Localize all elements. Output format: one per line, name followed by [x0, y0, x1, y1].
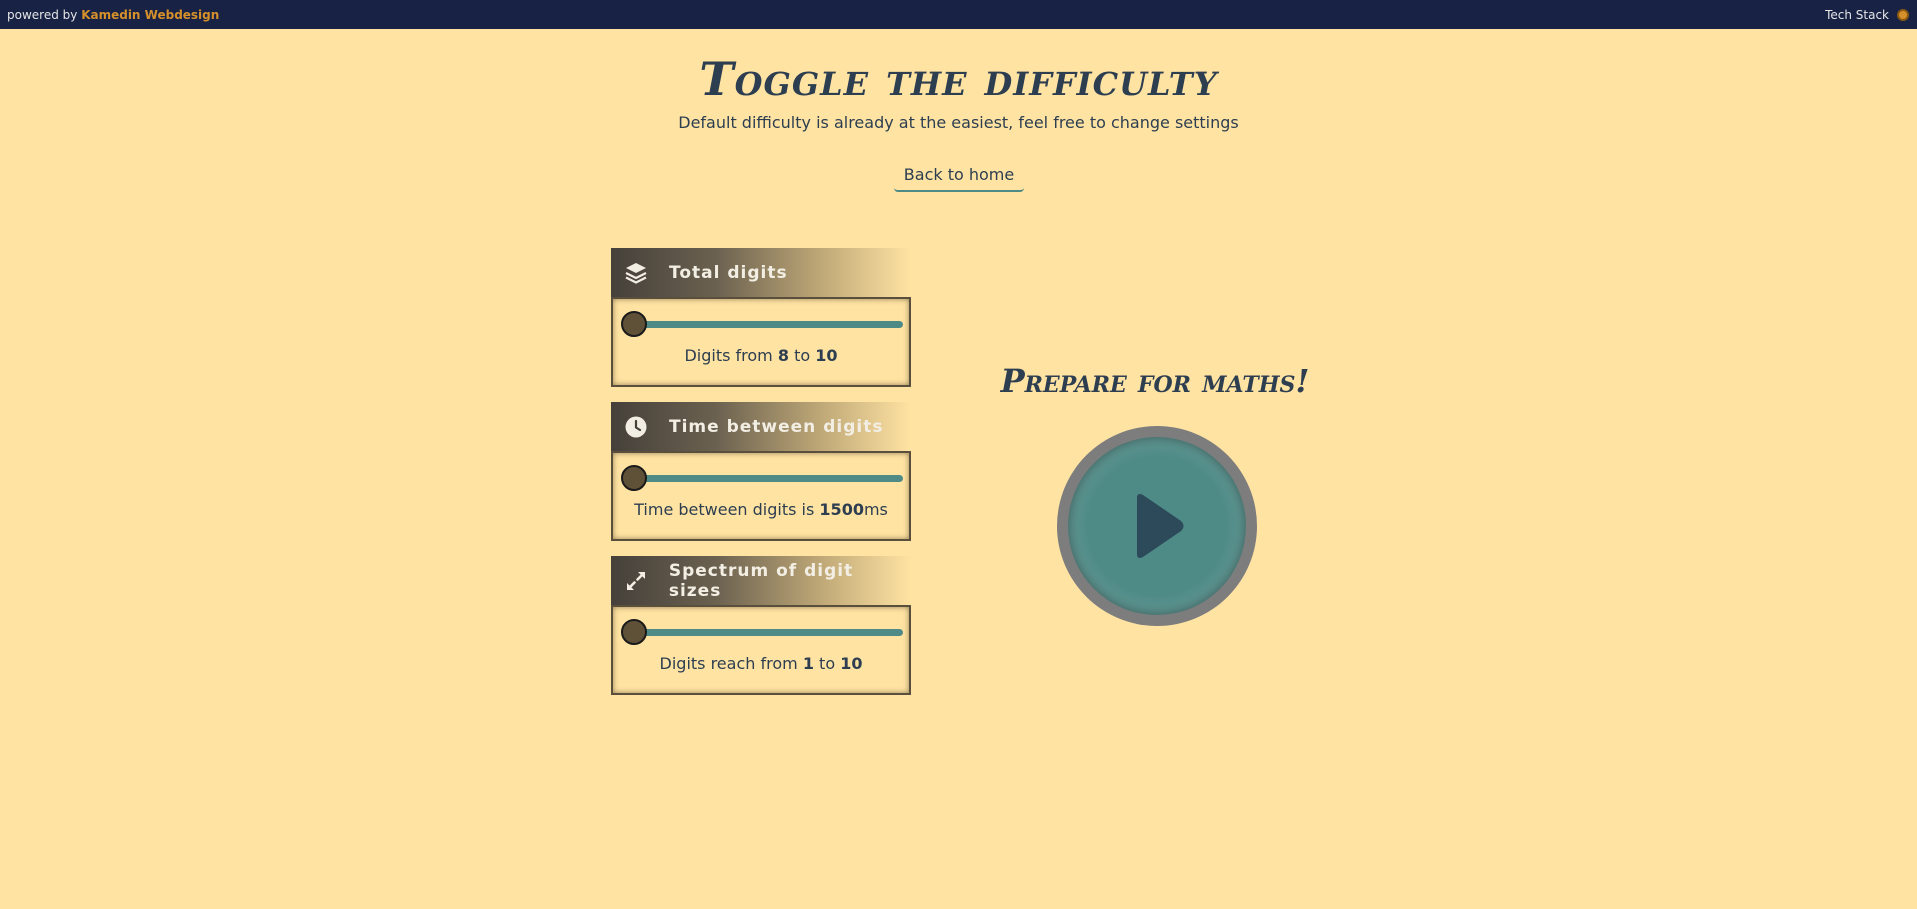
time-value: 1500: [819, 500, 864, 519]
powered-by: powered by Kamedin Webdesign: [7, 8, 219, 22]
play-button-inner: [1068, 437, 1246, 615]
card-body: Time between digits is 1500ms: [611, 451, 911, 541]
tech-stack-button[interactable]: Tech Stack: [1825, 8, 1909, 22]
page-subtitle: Default difficulty is already at the eas…: [678, 113, 1239, 132]
text-mid: to: [819, 654, 836, 673]
tech-stack-label: Tech Stack: [1825, 7, 1889, 22]
text-mid: to: [794, 346, 811, 365]
max-digits-value: 10: [815, 346, 838, 365]
card-label: Spectrum of digit sizes: [668, 560, 854, 601]
slider-track: [629, 475, 903, 482]
total-digits-slider[interactable]: [621, 311, 903, 337]
setting-card-time-between-digits: Time between digits Time between digits …: [611, 402, 911, 541]
slider-track: [629, 629, 903, 636]
spectrum-slider[interactable]: [621, 619, 903, 645]
play-button[interactable]: [1057, 426, 1257, 626]
slider-thumb[interactable]: [621, 311, 647, 337]
slider-track: [629, 321, 903, 328]
max-size-value: 10: [840, 654, 863, 673]
prepare-heading: Prepare for maths!: [1000, 362, 1310, 400]
time-between-digits-slider[interactable]: [621, 465, 903, 491]
setting-card-spectrum: Spectrum of digit sizes Digits reach fro…: [611, 556, 911, 695]
card-header: Total digits: [611, 248, 911, 297]
text-prefix: Digits from: [684, 346, 773, 365]
min-size-value: 1: [802, 654, 814, 673]
card-body: Digits from 8 to 10: [611, 297, 911, 387]
min-digits-value: 8: [777, 346, 789, 365]
play-icon: [1137, 494, 1184, 558]
slider-thumb[interactable]: [621, 465, 647, 491]
card-label: Total digits: [669, 262, 788, 283]
card-header: Spectrum of digit sizes: [611, 556, 911, 605]
top-bar: powered by Kamedin Webdesign Tech Stack: [0, 0, 1917, 29]
slider-thumb[interactable]: [621, 619, 647, 645]
powered-by-prefix: powered by: [7, 7, 78, 22]
page-title: Toggle the difficulty: [699, 52, 1218, 106]
card-label: Time between digits: [669, 416, 884, 437]
time-unit: ms: [863, 500, 888, 519]
spectrum-description: Digits reach from 1 to 10: [613, 654, 909, 673]
total-digits-description: Digits from 8 to 10: [613, 346, 909, 365]
setting-card-total-digits: Total digits Digits from 8 to 10: [611, 248, 911, 387]
text-prefix: Digits reach from: [659, 654, 798, 673]
back-to-home-link[interactable]: Back to home: [894, 158, 1024, 192]
coin-icon: [1897, 8, 1909, 21]
text-prefix: Time between digits is: [634, 500, 815, 519]
card-header: Time between digits: [611, 402, 911, 451]
time-between-digits-description: Time between digits is 1500ms: [613, 500, 909, 519]
card-body: Digits reach from 1 to 10: [611, 605, 911, 695]
brand-link[interactable]: Kamedin Webdesign: [81, 8, 219, 22]
expand-icon: [623, 568, 649, 594]
layers-icon: [623, 260, 649, 286]
clock-icon: [623, 414, 649, 440]
